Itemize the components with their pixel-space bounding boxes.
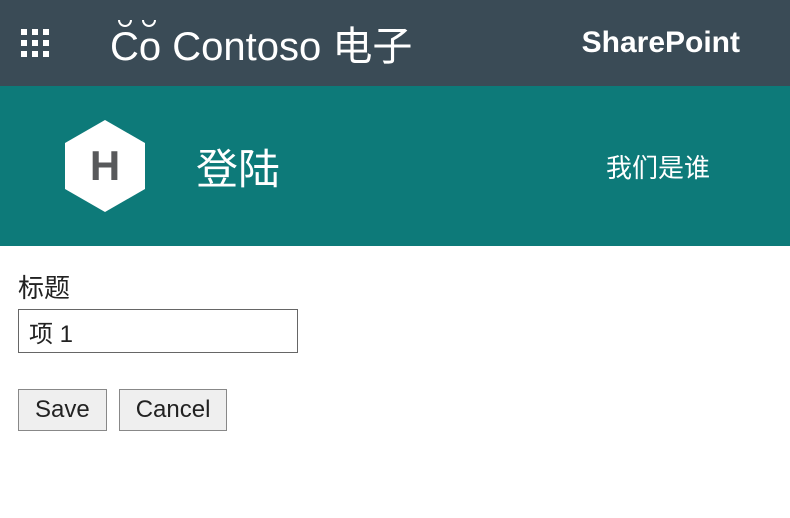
form-area: 标题 Save Cancel [0, 246, 790, 453]
site-title[interactable]: 登陆 [196, 136, 280, 197]
title-field-label: 标题 [18, 268, 772, 305]
site-nav: 我们是谁 [606, 148, 710, 185]
save-button[interactable]: Save [18, 389, 107, 431]
button-row: Save Cancel [18, 389, 772, 431]
title-input[interactable] [18, 309, 298, 353]
hexagon-icon: H [65, 120, 145, 212]
site-header: H 登陆 我们是谁 [0, 86, 790, 246]
site-logo[interactable]: H [60, 116, 150, 216]
cancel-button[interactable]: Cancel [119, 389, 228, 431]
nav-item-about[interactable]: 我们是谁 [606, 153, 710, 183]
brand-accent-icon [118, 20, 156, 27]
product-link[interactable]: SharePoint [582, 26, 770, 60]
app-launcher-button[interactable] [0, 0, 70, 86]
brand: Co Contoso 电子 [70, 14, 582, 72]
waffle-icon [21, 29, 49, 57]
site-logo-letter: H [90, 142, 120, 190]
suite-bar: Co Contoso 电子 SharePoint [0, 0, 790, 86]
